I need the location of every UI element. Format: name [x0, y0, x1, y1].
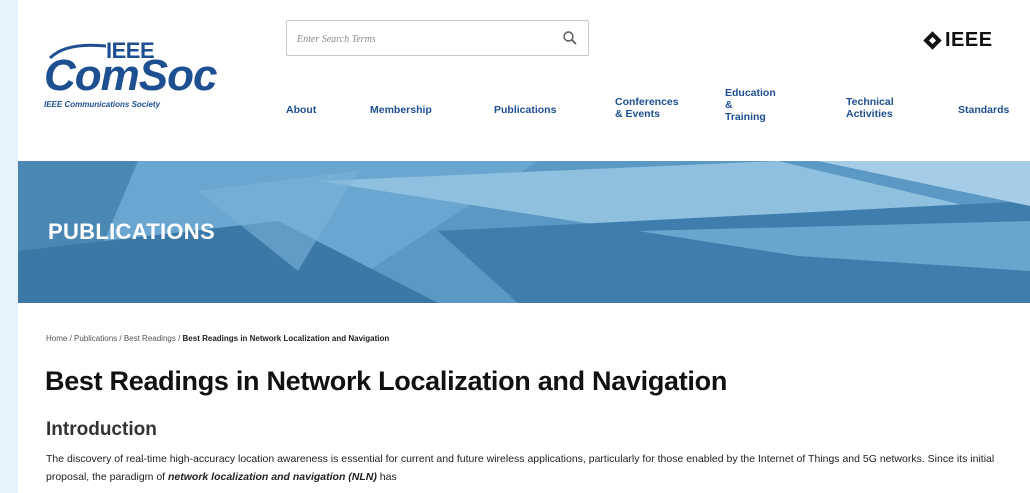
- breadcrumb-link-publications[interactable]: Publications: [74, 334, 117, 343]
- breadcrumb-link-home[interactable]: Home: [46, 334, 67, 343]
- page-title: Best Readings in Network Localization an…: [45, 366, 728, 396]
- nav-item-education-training[interactable]: Education & Training: [725, 87, 776, 123]
- nav-item-publications[interactable]: Publications: [494, 104, 556, 116]
- breadcrumb-separator: /: [67, 334, 75, 343]
- nav-item-technical-activities[interactable]: Technical Activities: [846, 96, 894, 120]
- nav-item-label-line: & Events: [615, 108, 660, 120]
- nav-item-standards[interactable]: Standards: [958, 104, 1009, 116]
- nav-item-label-line: &: [725, 99, 733, 111]
- ieee-diamond-icon: [923, 30, 942, 50]
- nav-item-membership[interactable]: Membership: [370, 104, 432, 116]
- hero-title: PUBLICATIONS: [48, 219, 215, 244]
- hero-banner: PUBLICATIONS: [18, 161, 1030, 303]
- nav-item-about[interactable]: About: [286, 104, 316, 116]
- ieee-brand-link[interactable]: IEEE: [923, 28, 993, 51]
- page: IEEE ComSoc IEEE Communications Society …: [18, 0, 1030, 493]
- main-nav: About Membership Publications Conference…: [18, 85, 1030, 145]
- nav-item-label-line: Conferences: [615, 96, 679, 108]
- nav-item-label-line: Training: [725, 111, 766, 123]
- search-input[interactable]: [295, 28, 539, 50]
- ieee-brand-text: IEEE: [945, 28, 993, 51]
- breadcrumb: Home / Publications / Best Readings / Be…: [46, 334, 389, 343]
- search-box: [286, 20, 589, 56]
- nav-item-label-line: Activities: [846, 108, 893, 120]
- nav-item-label-line: Technical: [846, 96, 894, 108]
- breadcrumb-current: Best Readings in Network Localization an…: [182, 334, 390, 343]
- nav-item-conferences-events[interactable]: Conferences & Events: [615, 96, 679, 120]
- intro-paragraph: The discovery of real-time high-accuracy…: [46, 450, 1026, 486]
- breadcrumb-separator: /: [175, 334, 183, 343]
- breadcrumb-link-best-readings[interactable]: Best Readings: [124, 334, 176, 343]
- breadcrumb-separator: /: [117, 334, 124, 343]
- nav-item-label-line: Education: [725, 87, 776, 99]
- section-heading-introduction: Introduction: [46, 419, 157, 440]
- intro-text-continued: has: [376, 471, 397, 483]
- search-icon[interactable]: [562, 30, 578, 46]
- intro-emphasis: network localization and navigation (NLN…: [168, 471, 377, 483]
